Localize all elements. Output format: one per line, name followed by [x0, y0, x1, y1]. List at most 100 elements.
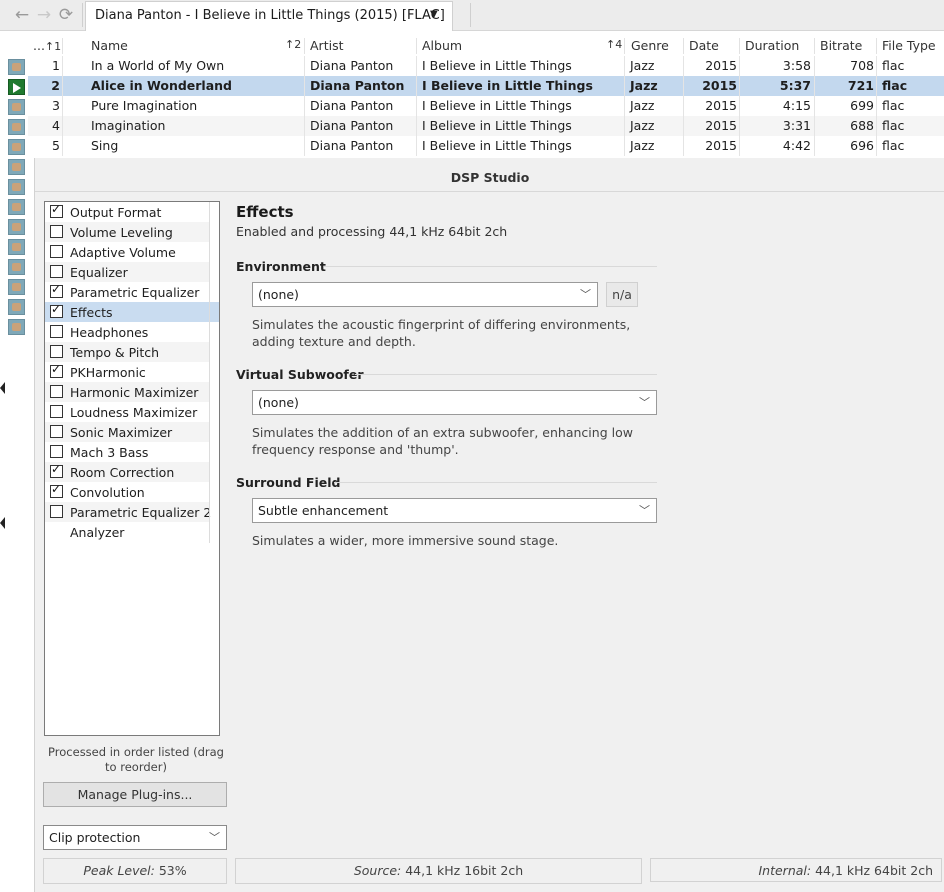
table-row[interactable]: 1 In a World of My Own Diana Panton I Be…	[28, 56, 944, 76]
cell-bitrate: 699	[850, 98, 874, 113]
checkbox[interactable]	[50, 302, 63, 318]
plugin-item[interactable]: Volume Leveling	[45, 222, 209, 242]
plugin-item-selected[interactable]: Effects	[45, 302, 219, 322]
cell-date: 2015	[705, 138, 737, 153]
plugin-item[interactable]: Analyzer	[45, 522, 209, 542]
environment-select[interactable]: (none) ﹀	[252, 282, 598, 307]
play-icon[interactable]	[8, 79, 25, 95]
plugin-label: Analyzer	[70, 525, 125, 540]
album-art-icon[interactable]	[8, 319, 25, 335]
cell-number: 4	[52, 118, 60, 133]
table-row[interactable]: 3 Pure Imagination Diana Panton I Believ…	[28, 96, 944, 116]
checkbox[interactable]	[50, 425, 63, 438]
tab-playlist[interactable]: Diana Panton - I Believe in Little Thing…	[85, 1, 453, 31]
status-label: Peak Level:	[83, 863, 155, 878]
refresh-icon[interactable]: ⟳	[56, 5, 76, 25]
divider	[324, 266, 657, 267]
plugin-item[interactable]: Loudness Maximizer	[45, 402, 209, 422]
collapse-arrow-icon[interactable]	[0, 517, 5, 529]
plugin-item[interactable]: Equalizer	[45, 262, 209, 282]
surround-description: Simulates a wider, more immersive sound …	[252, 533, 559, 548]
cell-duration: 4:15	[782, 98, 811, 113]
arrow-left-icon[interactable]: ←	[12, 5, 32, 25]
cell-name: Pure Imagination	[91, 98, 198, 113]
checkbox[interactable]	[50, 505, 63, 518]
plugin-item[interactable]: Room Correction	[45, 462, 209, 482]
chevron-down-icon: ﹀	[639, 396, 650, 409]
select-value: Subtle enhancement	[258, 503, 389, 518]
column-header-album[interactable]: Album	[422, 38, 462, 53]
column-header-number[interactable]: ...↑1	[33, 38, 61, 53]
checkbox[interactable]	[50, 462, 63, 478]
cell-number: 5	[52, 138, 60, 153]
panel-title: DSP Studio	[35, 158, 944, 192]
plugin-label: Loudness Maximizer	[70, 405, 198, 420]
table-row-selected[interactable]: 2 Alice in Wonderland Diana Panton I Bel…	[28, 76, 944, 96]
column-header-duration[interactable]: Duration	[745, 38, 799, 53]
cell-file-type: flac	[882, 58, 905, 73]
plugin-item[interactable]: Sonic Maximizer	[45, 422, 209, 442]
plugin-label: Parametric Equalizer 2	[70, 505, 212, 520]
plugin-item[interactable]: Mach 3 Bass	[45, 442, 209, 462]
album-art-icon[interactable]	[8, 299, 25, 315]
album-art-icon[interactable]	[8, 239, 25, 255]
manage-plugins-button[interactable]: Manage Plug-ins...	[43, 782, 227, 807]
checkbox[interactable]	[50, 362, 63, 378]
plugin-item[interactable]: Adaptive Volume	[45, 242, 209, 262]
plugin-item[interactable]: PKHarmonic	[45, 362, 209, 382]
album-art-icon[interactable]	[8, 179, 25, 195]
checkbox[interactable]	[50, 345, 63, 358]
checkbox[interactable]	[50, 405, 63, 418]
chevron-down-icon: ﹀	[639, 504, 650, 517]
checkbox[interactable]	[50, 225, 63, 238]
column-header-artist[interactable]: Artist	[310, 38, 343, 53]
subwoofer-select[interactable]: (none) ﹀	[252, 390, 657, 415]
cell-number: 3	[52, 98, 60, 113]
plugin-item[interactable]: Parametric Equalizer	[45, 282, 209, 302]
album-art-icon[interactable]	[8, 259, 25, 275]
column-header-name[interactable]: Name	[91, 38, 128, 53]
clip-protection-select[interactable]: Clip protection ﹀	[43, 825, 227, 850]
album-art-icon[interactable]	[8, 119, 25, 135]
plugin-item[interactable]: Harmonic Maximizer	[45, 382, 209, 402]
table-row[interactable]: 5 Sing Diana Panton I Believe in Little …	[28, 136, 944, 156]
chevron-down-icon[interactable]: ▼	[430, 9, 438, 20]
column-header-bitrate[interactable]: Bitrate	[820, 38, 862, 53]
plugin-label: Effects	[70, 305, 113, 320]
checkbox[interactable]	[50, 325, 63, 338]
album-art-icon[interactable]	[8, 99, 25, 115]
cell-genre: Jazz	[630, 138, 655, 153]
plugin-item[interactable]: Convolution	[45, 482, 209, 502]
checkbox[interactable]	[50, 202, 63, 218]
plugin-label: Headphones	[70, 325, 149, 340]
album-art-icon[interactable]	[8, 199, 25, 215]
table-row[interactable]: 4 Imagination Diana Panton I Believe in …	[28, 116, 944, 136]
album-art-icon[interactable]	[8, 139, 25, 155]
album-art-icon[interactable]	[8, 279, 25, 295]
plugin-item[interactable]: Output Format	[45, 202, 209, 222]
checkbox[interactable]	[50, 282, 63, 298]
checkbox[interactable]	[50, 445, 63, 458]
arrow-right-icon[interactable]: →	[34, 5, 54, 25]
checkbox[interactable]	[50, 482, 63, 498]
plugin-list[interactable]: Output Format Volume Leveling Adaptive V…	[44, 201, 220, 736]
album-art-icon[interactable]	[8, 219, 25, 235]
subwoofer-label: Virtual Subwoofer	[236, 367, 364, 382]
plugin-item[interactable]: Headphones	[45, 322, 209, 342]
scrollbar[interactable]	[209, 202, 210, 543]
checkbox[interactable]	[50, 245, 63, 258]
surround-select[interactable]: Subtle enhancement ﹀	[252, 498, 657, 523]
column-header-file-type[interactable]: File Type	[882, 38, 936, 53]
checkbox[interactable]	[50, 385, 63, 398]
plugin-item[interactable]: Tempo & Pitch	[45, 342, 209, 362]
column-header-date[interactable]: Date	[689, 38, 719, 53]
album-art-icon[interactable]	[8, 59, 25, 75]
collapse-arrow-icon[interactable]	[0, 382, 5, 394]
cell-file-type: flac	[882, 78, 908, 93]
cell-album: I Believe in Little Things	[422, 138, 572, 153]
checkbox[interactable]	[50, 265, 63, 278]
column-header-genre[interactable]: Genre	[631, 38, 669, 53]
plugin-item[interactable]: Parametric Equalizer 2	[45, 502, 212, 522]
cell-artist: Diana Panton	[310, 98, 394, 113]
album-art-icon[interactable]	[8, 159, 25, 175]
